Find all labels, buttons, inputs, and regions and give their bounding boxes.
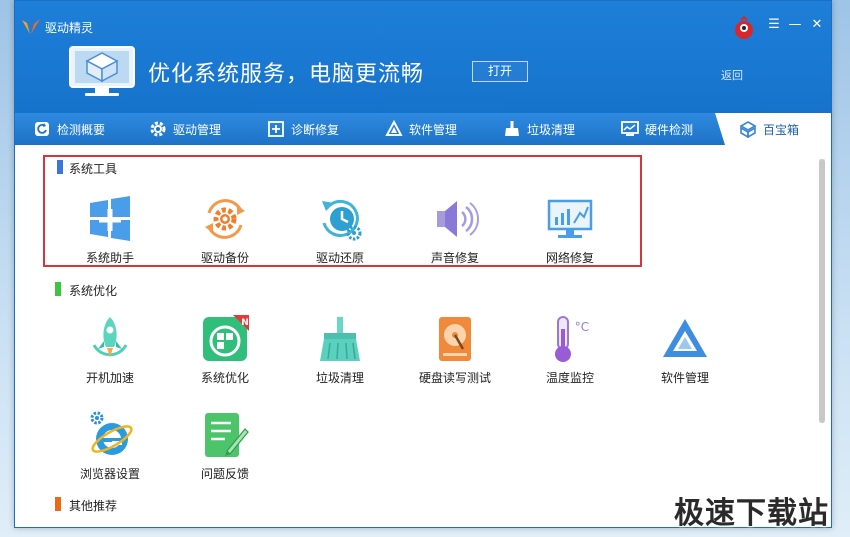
tool-network-repair[interactable]: 网络修复 <box>520 195 620 266</box>
ie-browser-icon <box>90 411 133 455</box>
section-marker <box>57 160 63 174</box>
network-monitor-icon <box>547 199 593 238</box>
menu-button[interactable]: ☰ <box>766 17 782 33</box>
section-title-other: 其他推荐 <box>69 499 118 513</box>
tab-junk-clean[interactable]: 垃圾清理 <box>503 113 575 145</box>
toolbox-icon <box>739 121 757 138</box>
tab-label: 驱动管理 <box>173 122 222 137</box>
tool-label: 浏览器设置 <box>79 467 140 481</box>
tab-label: 检测概要 <box>57 122 106 137</box>
broom-icon <box>505 121 519 136</box>
triangle-software-icon <box>663 319 707 357</box>
content-area: 系统工具 系统助手 驱动备份 驱动还原 声音修复 网络修复 系统优化 开机加速 … <box>15 145 831 527</box>
app-window: 驱动精灵 优化系统服务，电脑更流畅 打开 返回 ☰ — ✕ 检测概要 驱动管理 … <box>14 0 832 528</box>
tab-toolbox[interactable]: 百宝箱 <box>727 113 831 145</box>
slogan-text: 优化系统服务，电脑更流畅 <box>148 62 425 87</box>
tool-browser-settings[interactable]: 浏览器设置 <box>60 411 160 482</box>
windows-plus-icon <box>90 196 130 241</box>
tab-diagnose[interactable]: 诊断修复 <box>267 113 339 145</box>
app-title: 驱动精灵 <box>45 21 94 35</box>
rocket-icon <box>92 317 128 357</box>
tool-software-manage[interactable]: 软件管理 <box>635 315 735 386</box>
scrollbar-thumb[interactable] <box>819 159 825 423</box>
tab-hardware[interactable]: 硬件检测 <box>621 113 693 145</box>
section-title-system-tools: 系统工具 <box>69 162 118 176</box>
tool-label: 温度监控 <box>545 371 594 385</box>
tool-system-optimize[interactable]: N 系统优化 <box>175 315 275 386</box>
harddisk-icon <box>439 317 471 361</box>
close-button[interactable]: ✕ <box>809 17 825 33</box>
tab-software[interactable]: 软件管理 <box>385 113 457 145</box>
tool-label: 驱动还原 <box>315 251 364 265</box>
optimize-icon: N <box>203 315 249 361</box>
tool-boot-speedup[interactable]: 开机加速 <box>60 315 160 386</box>
tab-label: 软件管理 <box>409 122 458 137</box>
header: 驱动精灵 优化系统服务，电脑更流畅 打开 返回 ☰ — ✕ <box>15 1 831 113</box>
tab-overview[interactable]: 检测概要 <box>33 113 105 145</box>
tab-label: 诊断修复 <box>291 122 340 137</box>
tool-system-assistant[interactable]: 系统助手 <box>60 195 160 266</box>
section-marker <box>55 497 61 511</box>
tool-label: 垃圾清理 <box>315 371 364 385</box>
mascot-icon[interactable] <box>733 16 755 40</box>
tab-label: 百宝箱 <box>763 122 800 137</box>
hardware-icon <box>621 121 639 136</box>
diagnose-icon <box>268 121 284 137</box>
tool-label: 驱动备份 <box>200 251 249 265</box>
tool-label: 开机加速 <box>85 371 134 385</box>
refresh-icon <box>35 122 49 136</box>
monitor-toolbox-icon <box>69 46 135 96</box>
tool-temperature-monitor[interactable]: °C 温度监控 <box>520 315 620 386</box>
open-button[interactable]: 打开 <box>472 61 528 82</box>
tool-label: 网络修复 <box>545 251 594 265</box>
tool-label: 声音修复 <box>430 251 479 265</box>
feedback-icon <box>205 413 249 457</box>
app-logo-icon <box>22 19 40 34</box>
tool-label: 硬盘读写测试 <box>418 371 491 385</box>
software-icon <box>385 120 403 136</box>
tool-feedback[interactable]: 问题反馈 <box>175 411 275 482</box>
gear-backup-icon <box>205 199 245 239</box>
thermometer-icon: °C <box>555 316 589 362</box>
tab-bar: 检测概要 驱动管理 诊断修复 软件管理 垃圾清理 硬件检测 百宝箱 <box>15 113 831 145</box>
tab-label: 硬件检测 <box>645 122 694 137</box>
tool-label: 系统助手 <box>85 251 134 265</box>
tab-driver-manage[interactable]: 驱动管理 <box>149 113 221 145</box>
clock-restore-icon <box>322 200 362 241</box>
celsius-unit: °C <box>575 320 589 334</box>
tool-label: 软件管理 <box>660 371 709 385</box>
tool-junk-clean[interactable]: 垃圾清理 <box>290 315 390 386</box>
tool-driver-restore[interactable]: 驱动还原 <box>290 195 390 266</box>
section-title-system-optimize: 系统优化 <box>69 284 118 298</box>
gear-icon <box>150 121 166 137</box>
minimize-button[interactable]: — <box>787 17 803 33</box>
tool-label: 系统优化 <box>200 371 249 385</box>
tool-driver-backup[interactable]: 驱动备份 <box>175 195 275 266</box>
new-badge: N <box>241 318 249 328</box>
back-link[interactable]: 返回 <box>721 67 743 83</box>
tab-label: 垃圾清理 <box>527 122 576 137</box>
site-watermark: 极速下载站 <box>674 496 829 531</box>
section-marker <box>55 282 61 296</box>
tool-label: 问题反馈 <box>200 467 249 481</box>
tool-sound-repair[interactable]: 声音修复 <box>405 195 505 266</box>
tool-disk-rw-test[interactable]: 硬盘读写测试 <box>405 315 505 386</box>
broom-clean-icon <box>320 317 360 361</box>
speaker-icon <box>437 201 479 237</box>
